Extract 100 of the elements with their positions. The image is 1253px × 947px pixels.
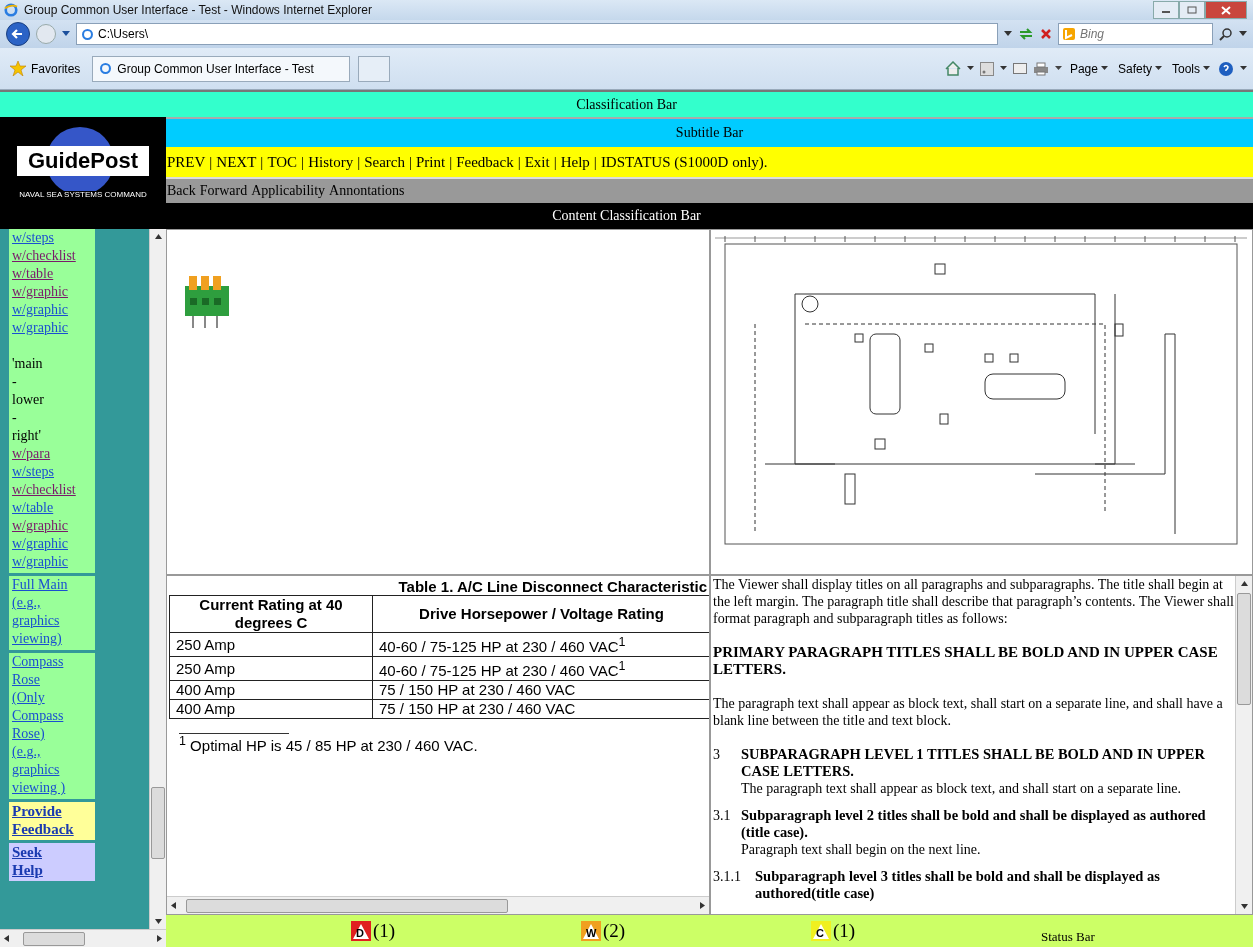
scrollbar-thumb[interactable] [186, 898, 508, 913]
separator: | [593, 153, 597, 171]
nav-link[interactable]: Search [364, 153, 405, 171]
column-header: Drive Horsepower / Voltage Rating [372, 595, 709, 633]
scrollbar[interactable] [149, 229, 166, 929]
separator: | [209, 153, 213, 171]
sidebar-link[interactable]: Compass Rose (Only Compass Rose) (e.g., graphics viewing ) [12, 653, 70, 797]
column-header: Current Rating at 40 degrees C [169, 595, 373, 633]
back-button[interactable] [6, 22, 30, 46]
dropdown-caret-icon[interactable] [1240, 66, 1247, 71]
table-title: Table 1. A/C Line Disconnect Characteristic [397, 578, 708, 595]
command-menu-button[interactable]: Safety [1115, 61, 1164, 76]
nav-link[interactable]: IDSTATUS (S1000D only). [600, 153, 768, 171]
sidebar-link[interactable]: Full Main (e.g., graphics viewing) [12, 576, 70, 648]
nav-link[interactable]: Feedback [456, 153, 514, 171]
dropdown-caret-icon[interactable] [62, 31, 70, 37]
toolbar-link[interactable]: Annontations [329, 183, 405, 199]
sidebar-link[interactable]: w/table [12, 265, 93, 283]
scroll-down-icon[interactable] [1240, 904, 1248, 909]
dropdown-caret-icon[interactable] [1004, 31, 1012, 37]
minimize-button[interactable] [1153, 1, 1179, 19]
nav-link[interactable]: Exit [524, 153, 550, 171]
sidebar-text: lower [12, 391, 45, 409]
mail-icon[interactable] [1012, 63, 1027, 74]
separator: | [408, 153, 412, 171]
refresh-icon[interactable] [1018, 27, 1034, 41]
dropdown-caret-icon[interactable] [1054, 66, 1062, 71]
command-menu-button[interactable]: Tools [1170, 61, 1212, 76]
sidebar-link[interactable]: Provide Feedback [12, 802, 74, 838]
indicator-count: (2) [603, 920, 626, 942]
dropdown-caret-icon[interactable] [966, 66, 974, 71]
scroll-right-icon[interactable] [700, 902, 705, 909]
scroll-right-icon[interactable] [157, 935, 162, 942]
sidebar-link[interactable]: w/steps [12, 463, 93, 481]
sidebar-link[interactable]: w/checklist [12, 247, 93, 265]
separator: | [357, 153, 361, 171]
toolbar-link[interactable]: Forward [199, 183, 248, 199]
sidebar-link[interactable]: w/steps [12, 229, 93, 247]
close-button[interactable] [1205, 1, 1247, 19]
warning-triangle-icon[interactable] [581, 921, 601, 941]
toolbar-link[interactable]: Applicability [251, 183, 326, 199]
scroll-down-icon[interactable] [154, 919, 162, 924]
warning-triangle-icon[interactable] [351, 921, 371, 941]
search-icon[interactable] [1219, 27, 1233, 41]
scrollbar[interactable] [1235, 576, 1252, 914]
command-menu-button[interactable]: Page [1067, 61, 1110, 76]
scrollbar[interactable] [0, 929, 166, 947]
sidebar-link[interactable]: w/table [12, 499, 93, 517]
indicator-count: (1) [373, 920, 396, 942]
scroll-up-icon[interactable] [1240, 581, 1248, 586]
help-icon[interactable] [1218, 60, 1234, 77]
sidebar-link[interactable]: w/checklist [12, 481, 93, 499]
scrollbar[interactable] [167, 896, 709, 914]
printer-icon[interactable] [1032, 61, 1049, 76]
section-number: 3.1 [713, 807, 732, 825]
sidebar-link[interactable]: w/para [12, 445, 93, 463]
scroll-left-icon[interactable] [4, 935, 9, 942]
caret-icon [1100, 66, 1108, 71]
nav-link[interactable]: Print [415, 153, 446, 171]
dropdown-caret-icon[interactable] [999, 66, 1007, 71]
subparagraph-title: Subparagraph level 3 titles shall be bold and shall be displayed as authored(title case) [755, 868, 1161, 902]
subtitle-bar: Subtitle Bar [166, 117, 1253, 147]
table-cell: 250 Amp [169, 656, 373, 681]
address-field[interactable]: C:\Users\ [76, 23, 998, 45]
nav-link[interactable]: TOC [267, 153, 298, 171]
nav-link[interactable]: NEXT [216, 153, 257, 171]
table-cell: 400 Amp [169, 680, 373, 700]
sidebar-link[interactable]: w/graphic [12, 319, 93, 337]
paragraph: Paragraph text shall begin on the next line. [741, 841, 982, 858]
separator: | [553, 153, 557, 171]
sidebar-link[interactable]: Seek Help [12, 843, 43, 879]
star-icon [10, 61, 26, 76]
sidebar-link[interactable]: w/graphic [12, 535, 93, 553]
nav-link[interactable]: PREV [167, 153, 206, 171]
window-title: Group Common User Interface - Test - Windows Internet Explorer [24, 3, 372, 17]
scroll-up-icon[interactable] [154, 234, 162, 239]
toolbar-link[interactable]: Back [167, 183, 196, 199]
sidebar-link[interactable]: w/graphic [12, 301, 93, 319]
indicator-letter: D [356, 927, 364, 939]
sidebar-link[interactable]: w/graphic [12, 517, 93, 535]
scrollbar-thumb[interactable] [151, 787, 166, 859]
search-box[interactable]: Bing [1058, 23, 1213, 45]
nav-link[interactable]: Help [560, 153, 590, 171]
scrollbar-thumb[interactable] [23, 931, 85, 946]
warning-triangle-icon[interactable] [811, 921, 831, 941]
nav-link[interactable]: History [308, 153, 354, 171]
favorites-button[interactable]: Favorites [6, 59, 85, 78]
scroll-left-icon[interactable] [171, 902, 176, 909]
dropdown-caret-icon[interactable] [1239, 31, 1247, 37]
separator: | [260, 153, 264, 171]
browser-tab[interactable]: Group Common User Interface - Test [92, 55, 351, 82]
home-icon[interactable] [944, 61, 961, 76]
scrollbar-thumb[interactable] [1237, 593, 1251, 705]
sidebar-text: - [12, 373, 18, 391]
feed-icon[interactable] [979, 61, 994, 76]
sidebar-link[interactable]: w/graphic [12, 553, 93, 571]
paragraph-title: PRIMARY PARAGRAPH TITLES SHALL BE BOLD AND IN UPPER CASE LETTERS. [713, 644, 1219, 678]
content-classification-bar: Content Classification Bar [0, 203, 1253, 229]
sidebar-link[interactable]: w/graphic [12, 283, 93, 301]
stop-icon[interactable] [1040, 28, 1052, 40]
